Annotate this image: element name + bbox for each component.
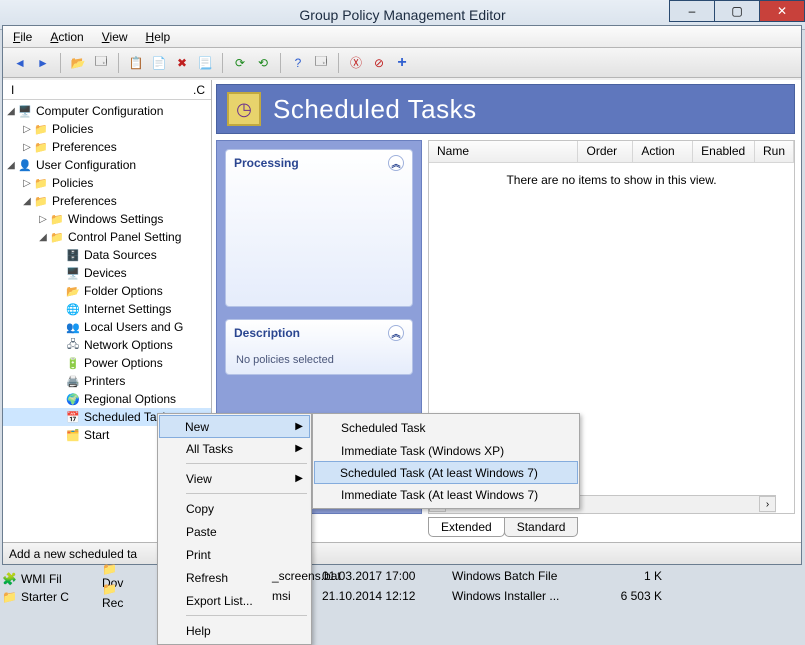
menu-view[interactable]: View — [102, 30, 128, 44]
toolbar: ◄ ► 📂 🗔 📋 📄 ✖ 📃 ⟳ ⟲ ? 🗔 Ⓧ ⊘ + — [3, 48, 801, 78]
node-power-options[interactable]: 🔋Power Options — [3, 354, 211, 372]
list-empty-text: There are no items to show in this view. — [429, 163, 794, 187]
bg-row-2[interactable]: 📁Rec msi 21.10.2014 12:12 Windows Instal… — [2, 586, 803, 606]
processing-card: Processing ︽ — [225, 149, 413, 307]
tab-extended[interactable]: Extended — [428, 517, 505, 537]
window-buttons: – ▢ ✕ — [670, 0, 805, 22]
node-internet-settings[interactable]: 🌐Internet Settings — [3, 300, 211, 318]
ctx-print[interactable]: Print — [160, 543, 309, 566]
node-user-configuration[interactable]: ◢👤User Configuration — [3, 156, 211, 174]
banner-title: Scheduled Tasks — [273, 94, 477, 125]
col-run[interactable]: Run — [755, 141, 794, 162]
bg-row-1[interactable]: 📁Dov _screens.bat 01.03.2017 17:00 Windo… — [2, 566, 803, 586]
tab-standard[interactable]: Standard — [504, 517, 579, 537]
ctx-help[interactable]: Help — [160, 619, 309, 642]
node-regional-options[interactable]: 🌍Regional Options — [3, 390, 211, 408]
node-control-panel-settings[interactable]: ◢📁Control Panel Setting — [3, 228, 211, 246]
description-title: Description — [234, 326, 300, 340]
ctx-paste[interactable]: Paste — [160, 520, 309, 543]
menubar: File Action View Help — [3, 26, 801, 48]
help-icon[interactable]: ? — [289, 54, 307, 72]
collapse-icon[interactable]: ︽ — [388, 155, 404, 171]
node-windows-settings[interactable]: ▷📁Windows Settings — [3, 210, 211, 228]
show-tree-icon[interactable]: 🗔 — [92, 54, 110, 72]
collapse-icon[interactable]: ︽ — [388, 325, 404, 341]
list-header: Name Order Action Enabled Run — [429, 141, 794, 163]
col-order[interactable]: Order — [578, 141, 633, 162]
submenu-arrow-icon: ▶ — [295, 473, 303, 484]
maximize-button[interactable]: ▢ — [714, 0, 760, 22]
scroll-right-icon[interactable]: › — [759, 496, 776, 512]
apply-icon[interactable]: ⟲ — [254, 54, 272, 72]
properties-icon[interactable]: 📃 — [196, 54, 214, 72]
node-printers[interactable]: 🖨️Printers — [3, 372, 211, 390]
back-icon[interactable]: ◄ — [11, 54, 29, 72]
processing-title: Processing — [234, 156, 299, 170]
up-folder-icon[interactable]: 📂 — [69, 54, 87, 72]
node-folder-options[interactable]: 📂Folder Options — [3, 282, 211, 300]
tree-header-left: I — [11, 80, 14, 99]
sub-immediate-task-xp[interactable]: Immediate Task (Windows XP) — [315, 439, 577, 462]
close-button[interactable]: ✕ — [759, 0, 805, 22]
menu-help[interactable]: Help — [146, 30, 171, 44]
view-icon[interactable]: 🗔 — [312, 54, 330, 72]
context-menu: New▶ All Tasks▶ View▶ Copy Paste Print R… — [157, 413, 312, 645]
sub-immediate-task-win7[interactable]: Immediate Task (At least Windows 7) — [315, 483, 577, 506]
col-enabled[interactable]: Enabled — [693, 141, 755, 162]
submenu-arrow-icon: ▶ — [295, 421, 303, 432]
node-network-options[interactable]: 🖧Network Options — [3, 336, 211, 354]
minimize-button[interactable]: – — [669, 0, 715, 22]
col-name[interactable]: Name — [429, 141, 578, 162]
ctx-alltasks[interactable]: All Tasks▶ — [160, 437, 309, 460]
submenu-arrow-icon: ▶ — [295, 443, 303, 454]
banner: ◷ Scheduled Tasks — [216, 84, 795, 134]
forward-icon[interactable]: ► — [34, 54, 52, 72]
tree: ◢🖥️Computer Configuration ▷📁Policies ▷📁P… — [3, 100, 211, 444]
node-devices[interactable]: 🖥️Devices — [3, 264, 211, 282]
status-bar: Add a new scheduled ta — [3, 542, 801, 564]
paste-icon[interactable]: 📄 — [150, 54, 168, 72]
bottom-tabs: Extended Standard — [428, 516, 795, 538]
scheduled-tasks-icon: ◷ — [227, 92, 261, 126]
add-icon[interactable]: + — [393, 54, 411, 72]
node-computer-policies[interactable]: ▷📁Policies — [3, 120, 211, 138]
menu-file[interactable]: File — [13, 30, 32, 44]
stop-icon[interactable]: Ⓧ — [347, 54, 365, 72]
node-data-sources[interactable]: 🗄️Data Sources — [3, 246, 211, 264]
node-computer-configuration[interactable]: ◢🖥️Computer Configuration — [3, 102, 211, 120]
sub-scheduled-task-win7[interactable]: Scheduled Task (At least Windows 7) — [314, 461, 578, 484]
ctx-view[interactable]: View▶ — [160, 467, 309, 490]
bg-file-list: 📁Dov _screens.bat 01.03.2017 17:00 Windo… — [2, 566, 803, 606]
description-body: No policies selected — [226, 346, 412, 374]
copy-icon[interactable]: 📋 — [127, 54, 145, 72]
tree-header-right: .C — [193, 80, 205, 99]
node-user-policies[interactable]: ▷📁Policies — [3, 174, 211, 192]
context-submenu-new: Scheduled Task Immediate Task (Windows X… — [312, 413, 580, 509]
col-action[interactable]: Action — [633, 141, 693, 162]
refresh-icon[interactable]: ⟳ — [231, 54, 249, 72]
node-computer-preferences[interactable]: ▷📁Preferences — [3, 138, 211, 156]
ctx-copy[interactable]: Copy — [160, 497, 309, 520]
menu-action[interactable]: Action — [50, 30, 83, 44]
node-local-users-groups[interactable]: 👥Local Users and G — [3, 318, 211, 336]
sub-scheduled-task[interactable]: Scheduled Task — [315, 416, 577, 439]
description-card: Description ︽ No policies selected — [225, 319, 413, 375]
disable-icon[interactable]: ⊘ — [370, 54, 388, 72]
ctx-new[interactable]: New▶ — [159, 415, 310, 438]
node-user-preferences[interactable]: ◢📁Preferences — [3, 192, 211, 210]
delete-icon[interactable]: ✖ — [173, 54, 191, 72]
